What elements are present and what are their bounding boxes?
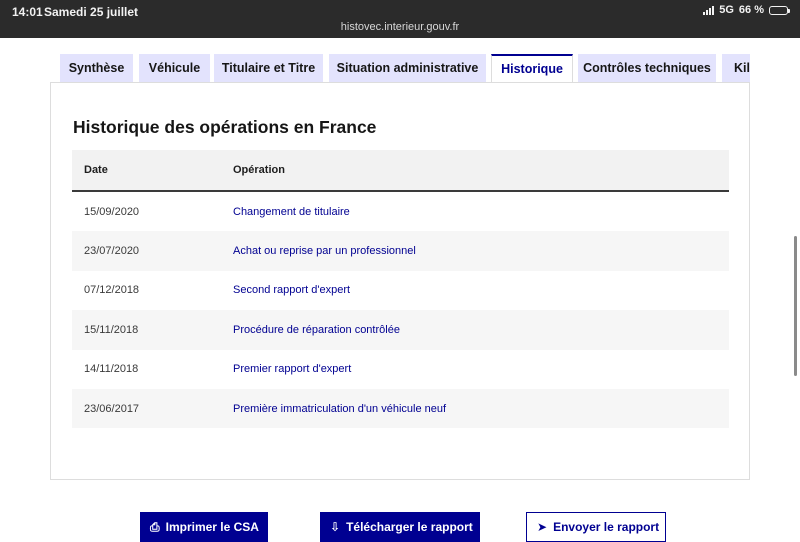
status-bar: 14:01 Samedi 25 juillet histovec.interie… (0, 0, 800, 38)
tab-titulaire-titre[interactable]: Titulaire et Titre (214, 54, 323, 82)
row-operation-link[interactable]: Second rapport d'expert (233, 284, 729, 296)
row-operation-link[interactable]: Achat ou reprise par un professionnel (233, 245, 729, 257)
network-label: 5G (719, 4, 734, 16)
table-row: 23/06/2017 Première immatriculation d'un… (72, 388, 729, 429)
table-row: 14/11/2018 Premier rapport d'expert (72, 350, 729, 389)
signal-icon (703, 5, 715, 15)
column-header-operation: Opération (233, 164, 285, 176)
row-date: 23/07/2020 (84, 245, 140, 258)
table-row: 23/07/2020 Achat ou reprise par un profe… (72, 231, 729, 271)
table-row: 07/12/2018 Second rapport d'expert (72, 271, 729, 310)
send-icon: ➤ (537, 520, 548, 534)
download-report-button[interactable]: ⇩ Télécharger le rapport (320, 512, 480, 542)
print-csa-label: Imprimer le CSA (165, 520, 259, 534)
tab-kilometrage[interactable]: Kilométrage (722, 54, 750, 82)
row-operation-link[interactable]: Changement de titulaire (233, 206, 729, 218)
table-row: 15/11/2018 Procédure de réparation contr… (72, 310, 729, 350)
address-bar-url[interactable]: histovec.interieur.gouv.fr (0, 21, 800, 33)
column-header-date: Date (84, 164, 108, 176)
printer-icon: ⎙ (150, 519, 160, 534)
table-row: 15/09/2020 Changement de titulaire (72, 192, 729, 231)
download-report-label: Télécharger le rapport (346, 520, 473, 534)
tab-bar: Synthèse Véhicule Titulaire et Titre Sit… (60, 54, 750, 82)
operations-table: Date Opération 15/09/2020 Changement de … (72, 150, 729, 429)
download-icon: ⇩ (330, 520, 341, 534)
tab-historique[interactable]: Historique (491, 54, 573, 82)
battery-icon (769, 5, 790, 15)
row-date: 15/11/2018 (84, 323, 139, 336)
send-report-label: Envoyer le rapport (553, 520, 660, 534)
tab-vehicule[interactable]: Véhicule (139, 54, 210, 82)
historique-panel: Historique des opérations en France Date… (50, 82, 750, 480)
row-operation-link[interactable]: Premier rapport d'expert (233, 363, 729, 375)
tab-controles-techniques[interactable]: Contrôles techniques (578, 54, 716, 82)
send-report-button[interactable]: ➤ Envoyer le rapport (526, 512, 666, 542)
tab-situation-administrative[interactable]: Situation administrative (329, 54, 486, 82)
row-operation-link[interactable]: Procédure de réparation contrôlée (233, 324, 729, 336)
row-date: 23/06/2017 (84, 402, 140, 415)
row-operation-link[interactable]: Première immatriculation d'un véhicule n… (233, 403, 729, 415)
status-time: 14:01 (12, 5, 43, 19)
section-title: Historique des opérations en France (73, 117, 377, 137)
row-date: 15/09/2020 (84, 205, 140, 218)
row-date: 14/11/2018 (84, 363, 139, 376)
page-scrollbar[interactable] (794, 236, 797, 376)
status-indicators: 5G 66 % (703, 4, 790, 16)
tab-synthese[interactable]: Synthèse (60, 54, 133, 82)
battery-label: 66 % (738, 4, 764, 16)
row-date: 07/12/2018 (84, 284, 140, 297)
print-csa-button[interactable]: ⎙ Imprimer le CSA (140, 512, 268, 542)
status-date: Samedi 25 juillet (44, 5, 139, 19)
table-header: Date Opération (72, 150, 729, 192)
